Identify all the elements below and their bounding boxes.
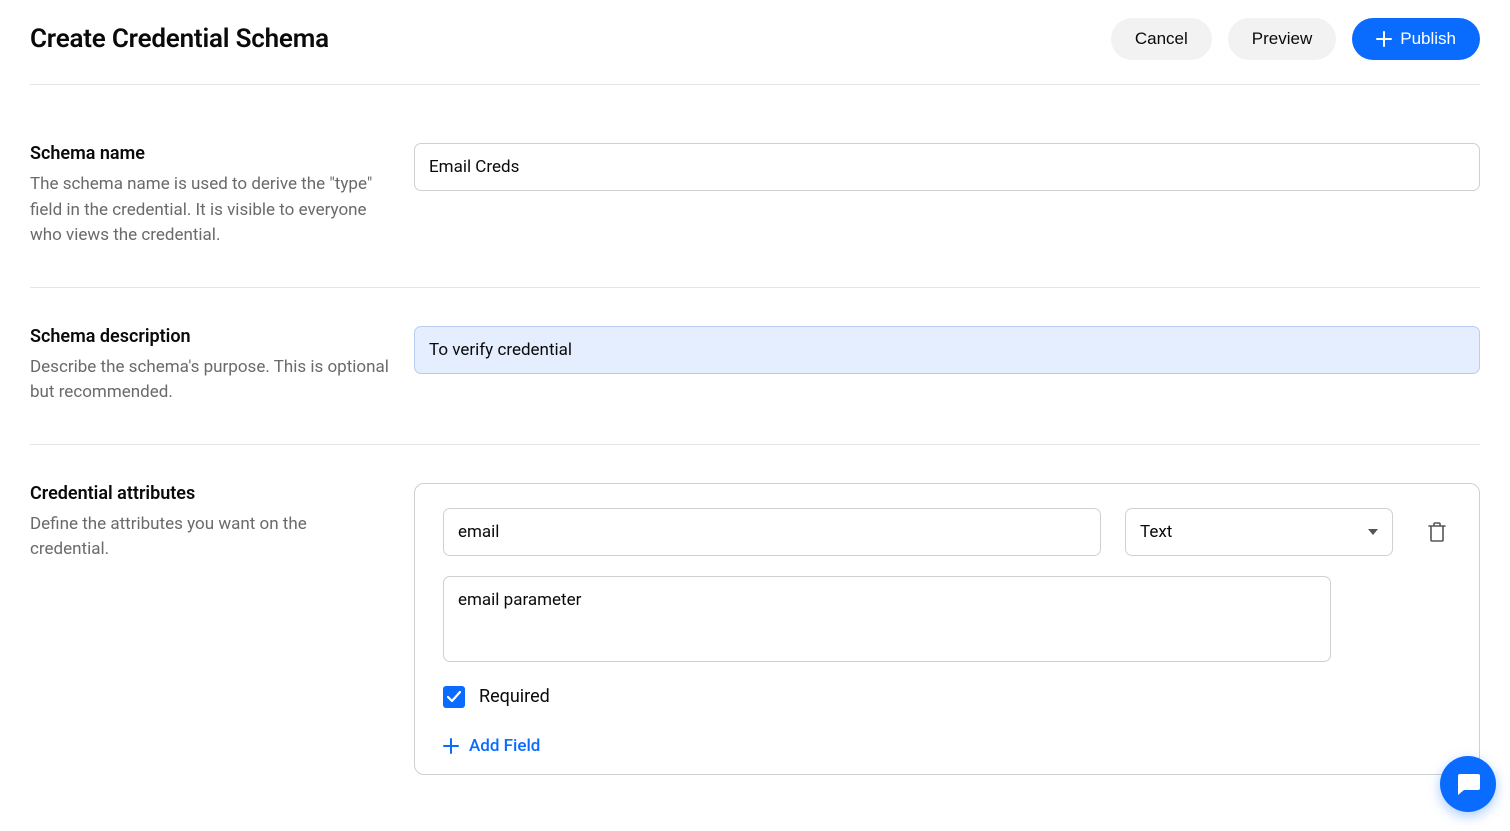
schema-description-description: Describe the schema's purpose. This is o… xyxy=(30,355,390,406)
cancel-button[interactable]: Cancel xyxy=(1111,18,1212,60)
chevron-down-icon xyxy=(1368,529,1378,535)
required-checkbox[interactable] xyxy=(443,686,465,708)
attribute-description-input[interactable] xyxy=(443,576,1331,662)
chat-icon xyxy=(1454,771,1482,797)
schema-name-input[interactable] xyxy=(414,143,1480,191)
schema-description-label: Schema description xyxy=(30,326,390,347)
attributes-section: Credential attributes Define the attribu… xyxy=(30,445,1480,813)
plus-icon xyxy=(1376,31,1392,47)
trash-icon xyxy=(1427,521,1447,543)
schema-description-input[interactable] xyxy=(414,326,1480,374)
check-icon xyxy=(447,691,461,703)
attributes-label: Credential attributes xyxy=(30,483,390,504)
preview-button[interactable]: Preview xyxy=(1228,18,1336,60)
schema-description-section: Schema description Describe the schema's… xyxy=(30,288,1480,445)
header-actions: Cancel Preview Publish xyxy=(1111,18,1480,60)
delete-attribute-button[interactable] xyxy=(1423,518,1451,546)
attribute-type-value: Text xyxy=(1140,522,1172,542)
attribute-type-select[interactable]: Text xyxy=(1125,508,1393,556)
schema-name-label: Schema name xyxy=(30,143,390,164)
chat-fab-button[interactable] xyxy=(1440,756,1496,812)
page-title: Create Credential Schema xyxy=(30,24,329,54)
schema-name-description: The schema name is used to derive the "t… xyxy=(30,172,390,249)
attribute-name-input[interactable] xyxy=(443,508,1101,556)
attribute-panel: Text Required xyxy=(414,483,1480,775)
required-label: Required xyxy=(479,686,550,707)
schema-name-section: Schema name The schema name is used to d… xyxy=(30,85,1480,288)
attributes-description: Define the attributes you want on the cr… xyxy=(30,512,390,563)
publish-button[interactable]: Publish xyxy=(1352,18,1480,60)
publish-label: Publish xyxy=(1400,29,1456,49)
plus-icon xyxy=(443,738,459,754)
add-field-button[interactable]: Add Field xyxy=(443,736,1451,756)
add-field-label: Add Field xyxy=(469,736,540,756)
